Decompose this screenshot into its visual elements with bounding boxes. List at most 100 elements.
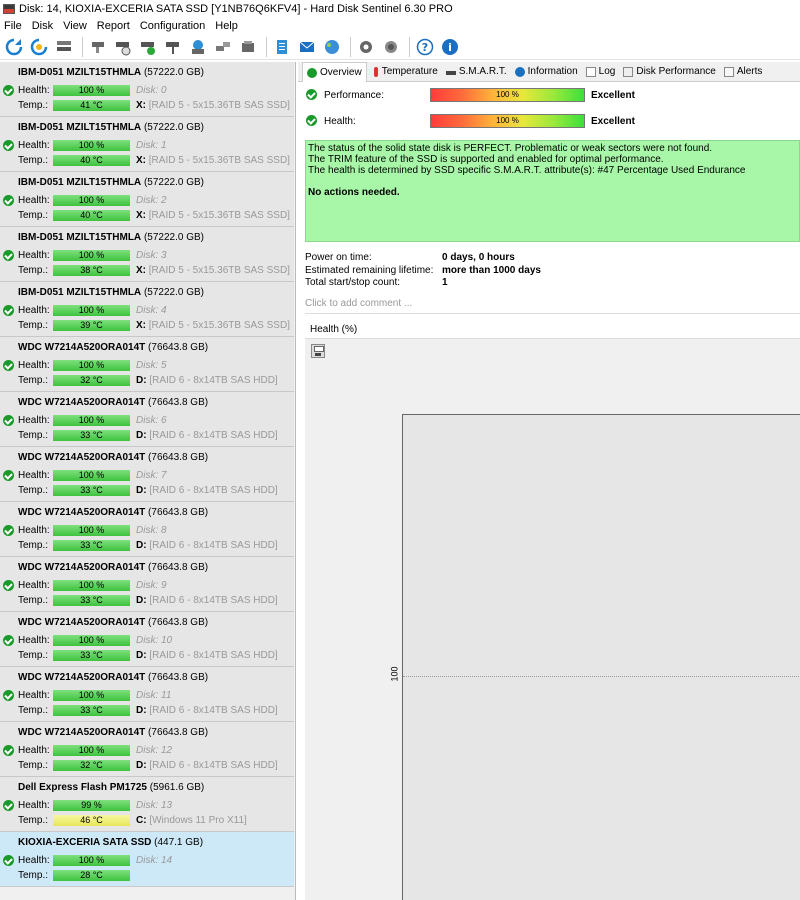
disk-list-item[interactable]: WDC W7214A520ORA014T (76643.8 GB) Health:…: [0, 447, 294, 502]
tab-alerts[interactable]: Alerts: [720, 63, 767, 81]
report-icon[interactable]: [271, 36, 293, 58]
disk-list-item[interactable]: IBM-D051 MZILT15THMLA (57222.0 GB) Health…: [0, 227, 294, 282]
health-row: Health: 100 % Disk: 14: [0, 855, 290, 869]
disk-list-item[interactable]: IBM-D051 MZILT15THMLA (57222.0 GB) Health…: [0, 117, 294, 172]
tab-information[interactable]: Information: [511, 63, 582, 81]
status-text-box[interactable]: The status of the solid state disk is PE…: [305, 140, 800, 242]
tab-s-m-a-r-t[interactable]: S.M.A.R.T.: [442, 63, 511, 81]
disk-list-item[interactable]: WDC W7214A520ORA014T (76643.8 GB) Health:…: [0, 337, 294, 392]
temp-bar: 32 °C: [53, 375, 130, 386]
tab-disk-performance[interactable]: Disk Performance: [619, 63, 719, 81]
health-row: Health: 100 % Disk: 9: [0, 580, 290, 594]
disk-list-item[interactable]: WDC W7214A520ORA014T (76643.8 GB) Health:…: [0, 612, 294, 667]
health-bar: 100 %: [430, 114, 585, 128]
health-label: Health:: [18, 85, 50, 96]
drive-letter: D:: [136, 485, 147, 496]
email-icon[interactable]: [296, 36, 318, 58]
help-icon[interactable]: ?: [414, 36, 436, 58]
menu-help[interactable]: Help: [210, 20, 243, 32]
disk-test-icon[interactable]: [87, 36, 109, 58]
tab-label: Information: [527, 66, 578, 77]
health-bar: 100 %: [53, 525, 130, 536]
info-icon[interactable]: i: [439, 36, 461, 58]
tab-log[interactable]: Log: [582, 63, 620, 81]
toolbar: ? i: [0, 34, 800, 60]
tab-temperature[interactable]: Temperature: [367, 63, 442, 81]
ok-check-icon: [3, 85, 14, 96]
volume-info: X: [RAID 5 - 5x15.36TB SAS SSD]: [136, 320, 290, 331]
disk-index: Disk: 4: [136, 305, 167, 316]
disk-test-timed-icon[interactable]: [112, 36, 134, 58]
disk-list-item[interactable]: KIOXIA-EXCERIA SATA SSD (447.1 GB) Health…: [0, 832, 294, 887]
disk-name: WDC W7214A520ORA014T (76643.8 GB): [18, 452, 208, 463]
temp-label: Temp.:: [18, 430, 49, 441]
drive-letter: X:: [136, 100, 146, 111]
temp-bar: 33 °C: [53, 705, 130, 716]
health-label: Health:: [18, 360, 50, 371]
volume-name: [RAID 5 - 5x15.36TB SAS SSD]: [148, 100, 290, 111]
ok-check-icon: [306, 89, 317, 100]
temp-row: Temp.: 33 °C D: [RAID 6 - 8x14TB SAS HDD]: [0, 595, 290, 609]
save-icon[interactable]: [311, 344, 325, 358]
disk-list-item[interactable]: IBM-D051 MZILT15THMLA (57222.0 GB) Health…: [0, 172, 294, 227]
menu-view[interactable]: View: [58, 20, 92, 32]
speaker-icon[interactable]: [380, 36, 402, 58]
backup-icon[interactable]: [187, 36, 209, 58]
toolbar-separator: [409, 36, 410, 57]
settings-icon[interactable]: [355, 36, 377, 58]
disk-list-item[interactable]: WDC W7214A520ORA014T (76643.8 GB) Health:…: [0, 722, 294, 777]
disk-list-item[interactable]: WDC W7214A520ORA014T (76643.8 GB) Health:…: [0, 557, 294, 612]
temp-bar: 33 °C: [53, 485, 130, 496]
menu-disk[interactable]: Disk: [27, 20, 58, 32]
disk-index: Disk: 3: [136, 250, 167, 261]
comment-field[interactable]: Click to add comment ...: [305, 296, 800, 314]
send-report-icon[interactable]: [321, 36, 343, 58]
disk-name: WDC W7214A520ORA014T (76643.8 GB): [18, 342, 208, 353]
refresh-icon[interactable]: [3, 36, 25, 58]
disk-list-item[interactable]: WDC W7214A520ORA014T (76643.8 GB) Health:…: [0, 502, 294, 557]
drive-letter: D:: [136, 650, 147, 661]
disk-list-item[interactable]: IBM-D051 MZILT15THMLA (57222.0 GB) Health…: [0, 282, 294, 337]
performance-bar: 100 %: [430, 88, 585, 102]
network-icon[interactable]: [212, 36, 234, 58]
power-on-value: 0 days, 0 hours: [442, 252, 515, 263]
disk-test-ok-icon[interactable]: [137, 36, 159, 58]
disk-name: WDC W7214A520ORA014T (76643.8 GB): [18, 727, 208, 738]
disk-model: IBM-D051 MZILT15THMLA: [18, 232, 142, 243]
menu-file[interactable]: File: [0, 20, 27, 32]
tab-overview[interactable]: Overview: [302, 62, 367, 82]
disk-list-icon[interactable]: [53, 36, 75, 58]
refresh-all-icon[interactable]: [28, 36, 50, 58]
drive-letter: X:: [136, 210, 146, 221]
menu-report[interactable]: Report: [92, 20, 135, 32]
tab-label: S.M.A.R.T.: [458, 66, 507, 77]
disk-list-item[interactable]: Dell Express Flash PM1725 (5961.6 GB) Hea…: [0, 777, 294, 832]
disk-name: WDC W7214A520ORA014T (76643.8 GB): [18, 397, 208, 408]
health-label: Health:: [18, 580, 50, 591]
disk-size: (57222.0 GB): [143, 232, 204, 243]
disk-list-item[interactable]: WDC W7214A520ORA014T (76643.8 GB) Health:…: [0, 392, 294, 447]
volume-name: [RAID 6 - 8x14TB SAS HDD]: [149, 375, 278, 386]
volume-info: D: [RAID 6 - 8x14TB SAS HDD]: [136, 760, 278, 771]
drive-letter: D:: [136, 705, 147, 716]
power-on-row: Power on time: 0 days, 0 hours: [305, 252, 800, 264]
title-bar: Disk: 14, KIOXIA-EXCERIA SATA SSD [Y1NB7…: [0, 0, 800, 18]
temp-row: Temp.: 33 °C D: [RAID 6 - 8x14TB SAS HDD]: [0, 540, 290, 554]
health-bar: 100 %: [53, 635, 130, 646]
lifetime-row: Estimated remaining lifetime: more than …: [305, 265, 800, 277]
drive-letter: C:: [136, 815, 147, 826]
status-line: The status of the solid state disk is PE…: [308, 143, 713, 154]
disk-list-item[interactable]: WDC W7214A520ORA014T (76643.8 GB) Health:…: [0, 667, 294, 722]
disk-model: IBM-D051 MZILT15THMLA: [18, 177, 142, 188]
temp-label: Temp.:: [18, 595, 49, 606]
temp-row: Temp.: 40 °C X: [RAID 5 - 5x15.36TB SAS SS…: [0, 155, 290, 169]
volume-info: D: [RAID 6 - 8x14TB SAS HDD]: [136, 540, 278, 551]
temp-label: Temp.:: [18, 540, 49, 551]
health-label: Health:: [18, 305, 50, 316]
disk-list-item[interactable]: IBM-D051 MZILT15THMLA (57222.0 GB) Health…: [0, 62, 294, 117]
menu-configuration[interactable]: Configuration: [135, 20, 210, 32]
disk-model: WDC W7214A520ORA014T: [18, 672, 146, 683]
disk-test-read-icon[interactable]: [162, 36, 184, 58]
disk-drive-icon[interactable]: [237, 36, 259, 58]
graph-y-tick: 100: [389, 666, 400, 682]
